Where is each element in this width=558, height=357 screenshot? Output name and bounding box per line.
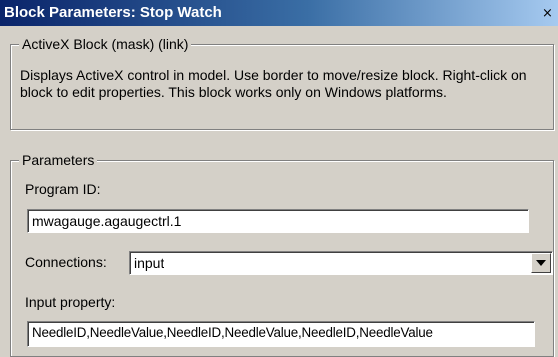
- close-icon[interactable]: ×: [539, 6, 556, 21]
- input-property-value: NeedleID,NeedleValue,NeedleID,NeedleValu…: [32, 325, 433, 340]
- parameters-group: Parameters Program ID: mwagauge.agaugect…: [10, 152, 554, 357]
- input-property-label: Input property:: [25, 294, 116, 310]
- program-id-label: Program ID:: [25, 181, 101, 197]
- program-id-value: mwagauge.agaugectrl.1: [32, 213, 182, 229]
- title-bar[interactable]: Block Parameters: Stop Watch ×: [0, 0, 558, 26]
- block-info-group: ActiveX Block (mask) (link) Displays Act…: [10, 36, 554, 130]
- chevron-down-icon[interactable]: [531, 253, 551, 273]
- input-property-input[interactable]: NeedleID,NeedleValue,NeedleID,NeedleValu…: [27, 321, 535, 347]
- connections-value: input: [134, 255, 165, 271]
- block-description: Displays ActiveX control in model. Use b…: [20, 67, 527, 100]
- program-id-input[interactable]: mwagauge.agaugectrl.1: [27, 209, 529, 233]
- window-title: Block Parameters: Stop Watch: [4, 4, 222, 21]
- parameters-group-label: Parameters: [19, 152, 98, 168]
- block-info-group-label: ActiveX Block (mask) (link): [19, 36, 192, 52]
- connections-label: Connections:: [25, 254, 107, 270]
- connections-select[interactable]: input: [129, 251, 553, 275]
